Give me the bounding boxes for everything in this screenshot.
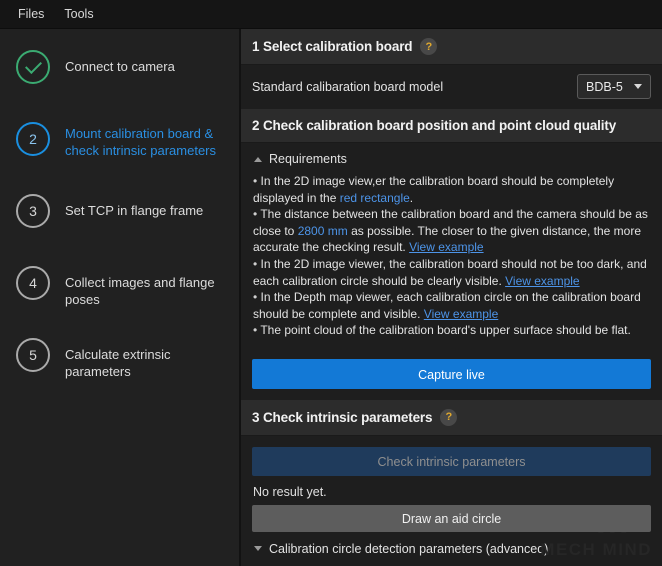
step-3-badge: 3: [16, 194, 50, 228]
capture-live-button[interactable]: Capture live: [252, 358, 651, 389]
bullet-icon: •: [253, 256, 261, 271]
app-window: Files Tools Connect to camera 2 Mount ca…: [0, 0, 662, 566]
chevron-down-icon: [634, 84, 642, 89]
calibration-board-model-label: Standard calibaration board model: [252, 79, 444, 94]
requirement-text: .: [409, 190, 414, 205]
view-example-link[interactable]: View example: [409, 240, 483, 254]
requirement-item: • The distance between the calibration b…: [253, 206, 656, 256]
section-1-title: 1 Select calibration board: [252, 39, 413, 54]
help-icon-section-3[interactable]: ?: [440, 408, 458, 426]
step-5-badge: 5: [16, 338, 50, 372]
requirement-item: • In the 2D image viewer, the calibratio…: [253, 256, 656, 289]
calibration-board-model-value: BDB-5: [586, 79, 623, 94]
step-4-badge: 4: [16, 266, 50, 300]
view-example-link[interactable]: View example: [424, 307, 498, 321]
menu-item-tools[interactable]: Tools: [54, 4, 103, 25]
check-intrinsic-parameters-button[interactable]: Check intrinsic parameters: [252, 446, 651, 476]
section-3-header: 3 Check intrinsic parameters ?: [241, 399, 662, 436]
requirement-item: • In the Depth map viewer, each calibrat…: [253, 289, 656, 322]
help-icon-section-1[interactable]: ?: [420, 38, 438, 55]
requirement-text: The point cloud of the calibration board…: [260, 323, 631, 338]
advanced-parameters-label: Calibration circle detection parameters …: [269, 541, 549, 556]
step-1-badge: [16, 50, 50, 84]
requirement-item: • In the 2D image view,er the calibratio…: [253, 173, 656, 206]
main-split: Connect to camera 2 Mount calibration bo…: [0, 29, 662, 566]
bullet-icon: •: [253, 174, 261, 188]
check-icon: [24, 57, 42, 74]
requirements-collapser[interactable]: Requirements: [241, 143, 662, 171]
sidebar-step-label-3: Set TCP in flange frame: [65, 203, 204, 218]
sidebar-step-label-5: Calculate extrinsic parameters: [65, 347, 171, 379]
steps-sidebar: Connect to camera 2 Mount calibration bo…: [0, 29, 239, 566]
menu-bar: Files Tools: [0, 0, 662, 29]
sidebar-step-mount-calibration-board[interactable]: 2 Mount calibration board & check intrin…: [0, 119, 239, 191]
bullet-icon: •: [253, 290, 261, 305]
requirement-text: In the 2D image viewer, the calibration …: [253, 256, 647, 288]
calibration-board-model-select[interactable]: BDB-5: [577, 74, 651, 99]
sidebar-step-label-4: Collect images and flange poses: [65, 275, 215, 307]
requirement-text: In the 2D image view,er the calibration …: [253, 174, 615, 205]
requirements-list: • In the 2D image view,er the calibratio…: [241, 171, 662, 349]
chevron-up-icon: [254, 156, 262, 162]
calibration-board-model-row: Standard calibaration board model BDB-5: [241, 65, 662, 109]
sidebar-step-label-1: Connect to camera: [65, 59, 175, 74]
sidebar-step-connect-to-camera[interactable]: Connect to camera: [0, 47, 239, 119]
sidebar-step-label-2: Mount calibration board & check intrinsi…: [65, 126, 216, 158]
requirements-collapser-label: Requirements: [269, 152, 347, 166]
chevron-down-icon-advanced: [254, 546, 262, 552]
requirement-highlight: 2800 mm: [297, 223, 348, 238]
step-2-badge: 2: [16, 122, 50, 156]
section-3-title: 3 Check intrinsic parameters: [252, 409, 433, 425]
sidebar-step-set-tcp[interactable]: 3 Set TCP in flange frame: [0, 191, 239, 263]
advanced-parameters-collapser[interactable]: Calibration circle detection parameters …: [241, 532, 662, 561]
requirement-highlight: red rectangle: [339, 190, 410, 205]
requirement-item: • The point cloud of the calibration boa…: [253, 322, 656, 339]
content-panel: 1 Select calibration board ? Standard ca…: [241, 29, 662, 566]
intrinsic-result-text: No result yet.: [253, 484, 327, 499]
sidebar-step-calculate-extrinsic[interactable]: 5 Calculate extrinsic parameters: [0, 335, 239, 407]
section-2-header: 2 Check calibration board position and p…: [241, 109, 662, 143]
view-example-link[interactable]: View example: [505, 274, 579, 288]
section-1-header: 1 Select calibration board ?: [241, 29, 662, 65]
draw-aid-circle-button[interactable]: Draw an aid circle: [252, 504, 651, 532]
section-2-title: 2 Check calibration board position and p…: [252, 118, 617, 133]
menu-item-files[interactable]: Files: [8, 4, 54, 25]
sidebar-step-collect-images[interactable]: 4 Collect images and flange poses: [0, 263, 239, 335]
